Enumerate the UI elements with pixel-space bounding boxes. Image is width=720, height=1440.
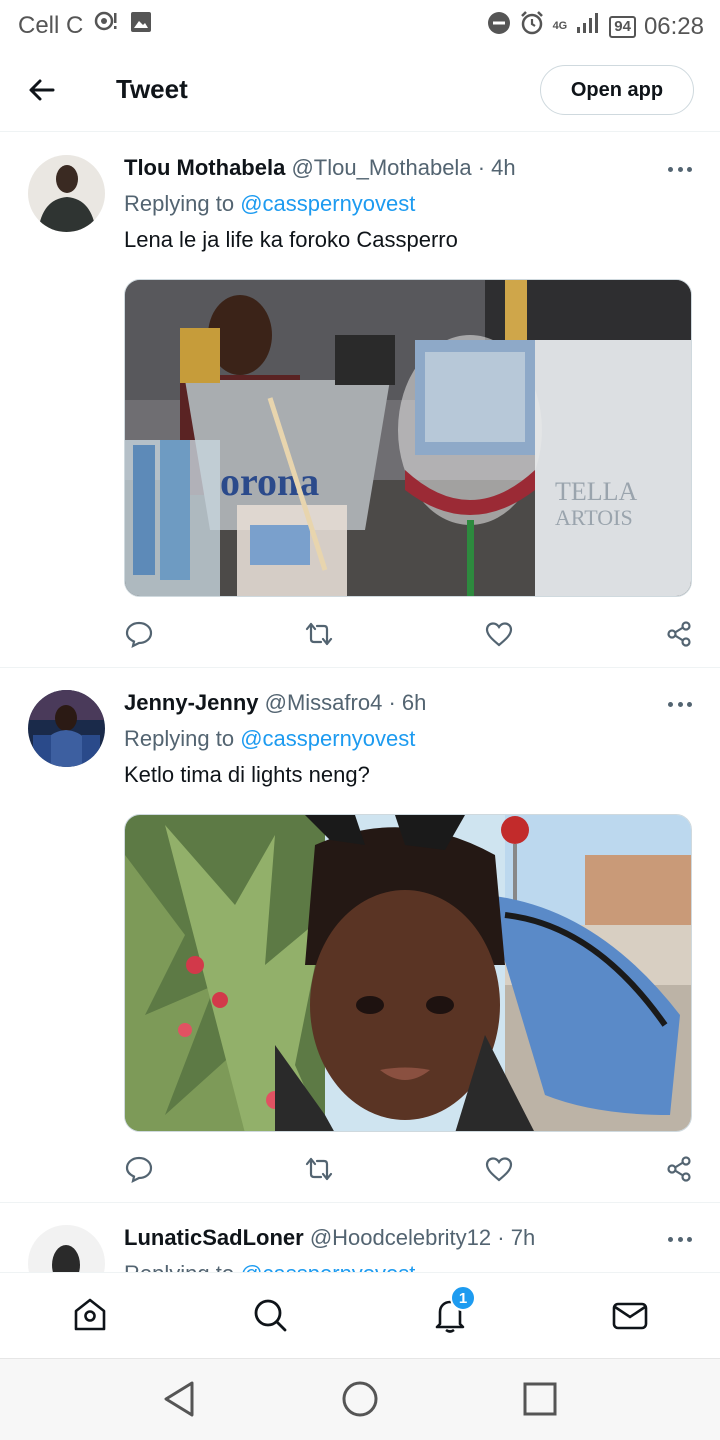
- separator: ·: [477, 155, 486, 180]
- battery-icon: 94: [609, 15, 636, 38]
- tweet-time[interactable]: 7h: [511, 1225, 535, 1250]
- separator: ·: [497, 1225, 505, 1250]
- author-handle[interactable]: @Hoodcelebrity12: [310, 1225, 491, 1250]
- replying-to: Replying to @casspernyovest: [124, 726, 692, 752]
- author-handle[interactable]: @Missafro4: [265, 690, 383, 715]
- mention-link[interactable]: @casspernyovest: [240, 191, 415, 216]
- messages-icon[interactable]: [610, 1295, 650, 1335]
- author-handle[interactable]: @Tlou_Mothabela: [291, 155, 471, 180]
- replying-label: Replying to: [124, 191, 235, 216]
- author-name[interactable]: Tlou Mothabela: [124, 155, 285, 180]
- bottom-navigation: 1: [0, 1272, 720, 1358]
- share-icon[interactable]: [664, 1154, 694, 1184]
- home-icon[interactable]: [70, 1295, 110, 1335]
- like-icon[interactable]: [484, 619, 514, 649]
- like-icon[interactable]: [484, 1154, 514, 1184]
- more-options-icon[interactable]: [668, 167, 692, 175]
- search-icon[interactable]: [250, 1295, 290, 1335]
- back-arrow-icon[interactable]: [24, 72, 60, 108]
- open-app-button[interactable]: Open app: [540, 65, 694, 115]
- tweet-card[interactable]: LunaticSadLoner @Hoodcelebrity12 · 7h Re…: [0, 1203, 720, 1273]
- tweet-header: Jenny-Jenny @Missafro4 · 6h: [124, 690, 692, 716]
- separator: ·: [388, 690, 396, 715]
- share-icon[interactable]: [664, 619, 694, 649]
- svg-text:orona: orona: [220, 459, 319, 504]
- tweet-header: Tlou Mothabela @Tlou_Mothabela · 4h: [124, 155, 692, 181]
- author-name[interactable]: Jenny-Jenny: [124, 690, 259, 715]
- tweet-header: LunaticSadLoner @Hoodcelebrity12 · 7h: [124, 1225, 692, 1251]
- more-options-icon[interactable]: [668, 1237, 692, 1245]
- home-circle-icon[interactable]: [340, 1379, 380, 1419]
- alarm-icon: [519, 10, 545, 43]
- page-title: Tweet: [116, 74, 188, 104]
- avatar[interactable]: [28, 1225, 105, 1273]
- mention-link[interactable]: @casspernyovest: [240, 726, 415, 751]
- tweet-time[interactable]: 4h: [491, 155, 515, 180]
- image-icon: [129, 10, 153, 41]
- replying-label: Replying to: [124, 726, 235, 751]
- recents-square-icon[interactable]: [520, 1379, 560, 1419]
- author-name[interactable]: LunaticSadLoner: [124, 1225, 304, 1250]
- network-label: 4G: [552, 20, 568, 32]
- top-header: Tweet Open app: [0, 50, 720, 132]
- more-options-icon[interactable]: [668, 702, 692, 710]
- retweet-icon[interactable]: [304, 619, 334, 649]
- svg-text:ARTOIS: ARTOIS: [555, 505, 633, 530]
- tweet-photo[interactable]: orona TELLA ARTOIS: [124, 279, 692, 597]
- retweet-icon[interactable]: [304, 1154, 334, 1184]
- tweet-actions: [124, 619, 694, 649]
- back-triangle-icon[interactable]: [160, 1379, 200, 1419]
- dnd-icon: [487, 11, 511, 42]
- tweet-card[interactable]: Tlou Mothabela @Tlou_Mothabela · 4h Repl…: [0, 133, 720, 668]
- tweet-time[interactable]: 6h: [402, 690, 426, 715]
- tweet-text: Lena le ja life ka foroko Cassperro: [124, 227, 458, 252]
- tweet-photo[interactable]: [124, 814, 692, 1132]
- avatar[interactable]: [28, 690, 105, 767]
- carrier-label: Cell C: [18, 11, 84, 39]
- status-bar: Cell C 4G 94 06:28: [0, 0, 720, 50]
- clock: 06:28: [643, 12, 704, 40]
- system-navigation: [0, 1358, 720, 1440]
- avatar[interactable]: [28, 155, 105, 232]
- svg-text:TELLA: TELLA: [555, 477, 638, 506]
- reply-feed[interactable]: Tlou Mothabela @Tlou_Mothabela · 4h Repl…: [0, 133, 720, 1273]
- signal-icon: [575, 11, 601, 42]
- replying-to: Replying to @casspernyovest: [124, 191, 692, 217]
- tweet-card[interactable]: Jenny-Jenny @Missafro4 · 6h Replying to …: [0, 668, 720, 1203]
- notification-icon: [93, 10, 119, 41]
- reply-icon[interactable]: [124, 619, 154, 649]
- tweet-actions: [124, 1154, 694, 1184]
- reply-icon[interactable]: [124, 1154, 154, 1184]
- tweet-text: Ketlo tima di lights neng?: [124, 762, 370, 787]
- notification-badge: 1: [450, 1285, 476, 1311]
